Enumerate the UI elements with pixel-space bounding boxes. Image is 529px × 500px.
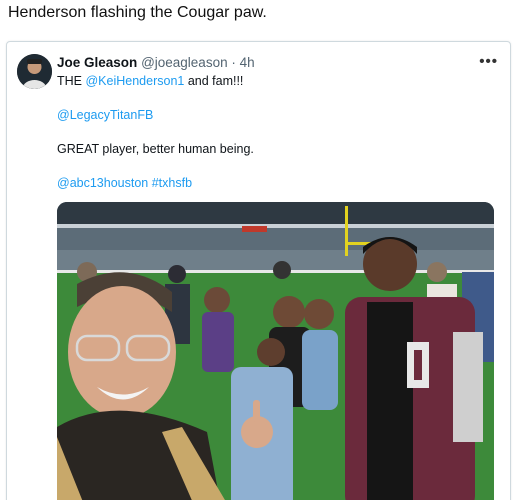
embedded-tweet-card[interactable]: Joe Gleason @joeagleason · 4h ••• THE @K… bbox=[6, 41, 511, 500]
mention-keihenderson1[interactable]: @KeiHenderson1 bbox=[85, 74, 184, 88]
more-horizontal-icon[interactable]: ••• bbox=[479, 53, 498, 70]
text-suffix: and fam!!! bbox=[184, 74, 244, 88]
tweet-photo[interactable] bbox=[57, 202, 494, 500]
tweet-line-3: GREAT player, better human being. bbox=[57, 142, 254, 156]
tweet-line-1: THE @KeiHenderson1 and fam!!! bbox=[57, 74, 243, 88]
avatar-image bbox=[17, 54, 52, 89]
hashtag-txhsfb[interactable]: #txhsfb bbox=[152, 176, 192, 190]
stadium-group-photo bbox=[57, 202, 494, 500]
tweet-header: Joe Gleason @joeagleason · 4h bbox=[57, 55, 255, 70]
mention-abc13houston[interactable]: @abc13houston bbox=[57, 176, 148, 190]
post-caption: Henderson flashing the Cougar paw. bbox=[8, 4, 267, 21]
display-name[interactable]: Joe Gleason bbox=[57, 55, 137, 70]
tweet-line-4: @abc13houston #txhsfb bbox=[57, 176, 192, 190]
timestamp[interactable]: 4h bbox=[240, 55, 255, 70]
user-handle[interactable]: @joeagleason bbox=[141, 55, 228, 70]
text-prefix: THE bbox=[57, 74, 86, 88]
tweet-line-2: @LegacyTitanFB bbox=[57, 108, 153, 122]
mention-legacytitanfb[interactable]: @LegacyTitanFB bbox=[57, 108, 153, 122]
separator-dot: · bbox=[231, 55, 236, 70]
avatar[interactable] bbox=[17, 54, 52, 89]
